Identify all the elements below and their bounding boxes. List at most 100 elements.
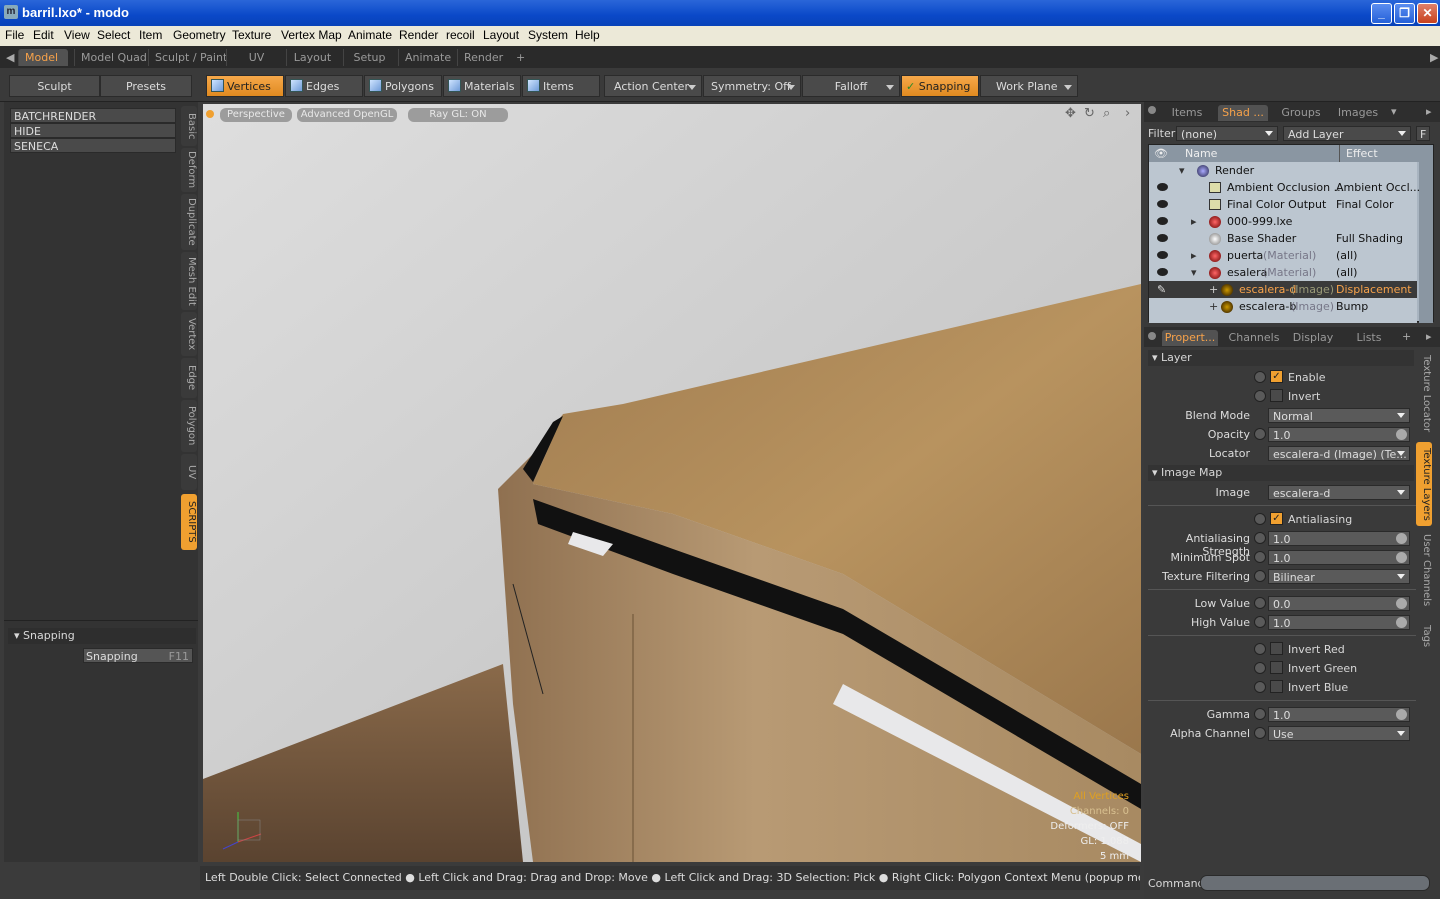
items-button[interactable]: Items — [522, 75, 600, 97]
blend-mode-select[interactable]: Normal — [1268, 408, 1410, 423]
tree-scrollbar[interactable] — [1419, 162, 1433, 323]
edges-button[interactable]: Edges — [285, 75, 363, 97]
advanced-opengl-button[interactable]: Advanced OpenGL — [297, 108, 397, 122]
antialiasing-radio[interactable] — [1254, 513, 1266, 525]
presets-button[interactable]: Presets — [100, 75, 192, 97]
tree-row-escalera-b[interactable]: + escalera-b (Image) Bump — [1149, 298, 1417, 315]
menu-file[interactable]: File — [5, 28, 24, 42]
image-select[interactable]: escalera-d — [1268, 485, 1410, 500]
menu-view[interactable]: View — [64, 28, 90, 42]
spinner-icon[interactable] — [1396, 709, 1407, 720]
tree-row-puerta[interactable]: ▸ puerta (Material) (all) — [1149, 247, 1417, 264]
falloff-dropdown[interactable]: Falloff — [802, 75, 900, 97]
maximize-button[interactable]: ❐ — [1394, 3, 1415, 24]
collapse-icon[interactable]: ▾ — [1179, 162, 1185, 179]
invert-red-radio[interactable] — [1254, 643, 1266, 655]
command-input[interactable] — [1200, 875, 1430, 891]
low-value-input[interactable]: 0.0 — [1268, 596, 1410, 611]
snapping-button[interactable]: ✓ Snapping — [901, 75, 979, 97]
texture-filtering-select[interactable]: Bilinear — [1268, 569, 1410, 584]
add-tab-icon[interactable]: + — [1402, 330, 1411, 343]
spinner-icon[interactable] — [1396, 552, 1407, 563]
gamma-input[interactable]: 1.0 — [1268, 707, 1410, 722]
work-plane-dropdown[interactable]: Work Plane — [980, 75, 1078, 97]
tab-groups[interactable]: Groups — [1276, 105, 1326, 121]
opacity-radio[interactable] — [1254, 428, 1266, 440]
tree-row-render[interactable]: ▾ Render — [1149, 162, 1417, 179]
locator-select[interactable]: escalera-d (Image) (Te... — [1268, 446, 1410, 461]
menu-help[interactable]: Help — [575, 28, 600, 42]
eye-icon[interactable] — [1157, 217, 1168, 225]
tree-row-ambient-occlusion[interactable]: Ambient Occlusion ... Ambient Occl... — [1149, 179, 1420, 196]
min-spot-input[interactable]: 1.0 — [1268, 550, 1410, 565]
invert-green-checkbox[interactable] — [1270, 661, 1283, 674]
expand-icon[interactable]: ▸ — [1191, 247, 1197, 264]
antialiasing-checkbox[interactable]: ✓ — [1270, 512, 1283, 525]
menu-layout[interactable]: Layout — [483, 28, 519, 42]
enable-checkbox[interactable]: ✓ — [1270, 370, 1283, 383]
menu-recoil[interactable]: recoil — [446, 28, 475, 42]
invert-blue-checkbox[interactable] — [1270, 680, 1283, 693]
tab-channels[interactable]: Channels — [1224, 330, 1284, 346]
collapse-icon[interactable]: ▾ — [1191, 264, 1197, 281]
invert-red-checkbox[interactable] — [1270, 642, 1283, 655]
tabs-scroll-right-icon[interactable]: ▶ — [1424, 49, 1440, 66]
tab-display[interactable]: Display — [1288, 330, 1338, 346]
texture-filtering-radio[interactable] — [1254, 570, 1266, 582]
menu-texture[interactable]: Texture — [232, 28, 271, 42]
tab-animate[interactable]: Animate — [398, 49, 452, 66]
vtab-uv[interactable]: UV — [181, 454, 197, 490]
spinner-icon[interactable] — [1396, 617, 1407, 628]
enable-radio[interactable] — [1254, 371, 1266, 383]
tab-layout[interactable]: Layout — [286, 49, 338, 66]
panel-scroll-icon[interactable]: ▸ — [1426, 105, 1432, 118]
gamma-radio[interactable] — [1254, 708, 1266, 720]
tree-row-esalera[interactable]: ▾ esalera (Material) (all) — [1149, 264, 1417, 281]
zoom-icon[interactable]: ⌕ — [1103, 106, 1110, 121]
panel-scroll-icon[interactable]: ▸ — [1426, 330, 1432, 343]
aa-strength-radio[interactable] — [1254, 532, 1266, 544]
vtab-tags[interactable]: Tags — [1416, 614, 1432, 658]
invert-checkbox[interactable] — [1270, 389, 1283, 402]
panel-menu-icon[interactable] — [1148, 106, 1156, 114]
vertices-button[interactable]: Vertices — [206, 75, 284, 97]
tab-render[interactable]: Render — [457, 49, 509, 66]
vtab-basic[interactable]: Basic — [181, 106, 197, 146]
vtab-texture-layers[interactable]: Texture Layers — [1416, 442, 1432, 526]
action-center-dropdown[interactable]: Action Center — [604, 75, 702, 97]
add-tab-icon[interactable]: + — [510, 49, 531, 66]
raygl-button[interactable]: Ray GL: ON — [408, 108, 508, 122]
alpha-channel-radio[interactable] — [1254, 727, 1266, 739]
tree-row-final-color[interactable]: Final Color Output Final Color — [1149, 196, 1417, 213]
high-value-radio[interactable] — [1254, 616, 1266, 628]
vtab-duplicate[interactable]: Duplicate — [181, 194, 197, 250]
min-spot-radio[interactable] — [1254, 551, 1266, 563]
vtab-scripts[interactable]: SCRIPTS — [181, 494, 197, 550]
menu-animate[interactable]: Animate — [348, 28, 392, 42]
perspective-button[interactable]: Perspective — [220, 108, 292, 122]
script-batchrender-button[interactable]: BATCHRENDER — [10, 108, 176, 123]
close-button[interactable]: ✕ — [1417, 3, 1438, 24]
filter-f-button[interactable]: F — [1416, 126, 1430, 141]
low-value-radio[interactable] — [1254, 597, 1266, 609]
expand-icon[interactable]: ▸ — [1191, 213, 1197, 230]
vtab-mesh-edit[interactable]: Mesh Edit — [181, 252, 197, 310]
spinner-icon[interactable] — [1396, 533, 1407, 544]
menu-item[interactable]: Item — [139, 28, 162, 42]
eye-icon[interactable] — [1157, 183, 1168, 191]
layer-section-header[interactable]: ▾ Layer — [1148, 350, 1414, 366]
tab-setup[interactable]: Setup — [343, 49, 395, 66]
snapping-toggle-button[interactable]: Snapping F11 — [83, 648, 193, 663]
filter-select[interactable]: (none) — [1176, 126, 1278, 141]
tab-uv[interactable]: UV — [226, 49, 286, 66]
vtab-polygon[interactable]: Polygon — [181, 400, 197, 452]
invert-radio[interactable] — [1254, 390, 1266, 402]
3d-viewport[interactable]: Perspective Advanced OpenGL Ray GL: ON ✥… — [203, 104, 1141, 862]
tab-shader-tree[interactable]: Shad ... — [1218, 105, 1268, 121]
viewport-menu-icon[interactable] — [206, 110, 214, 118]
rotate-icon[interactable]: ↻ — [1084, 106, 1095, 121]
imagemap-section-header[interactable]: ▾ Image Map — [1148, 465, 1414, 481]
eye-icon[interactable] — [1157, 200, 1168, 208]
script-seneca-button[interactable]: SENECA — [10, 138, 176, 153]
menu-geometry[interactable]: Geometry — [173, 28, 226, 42]
